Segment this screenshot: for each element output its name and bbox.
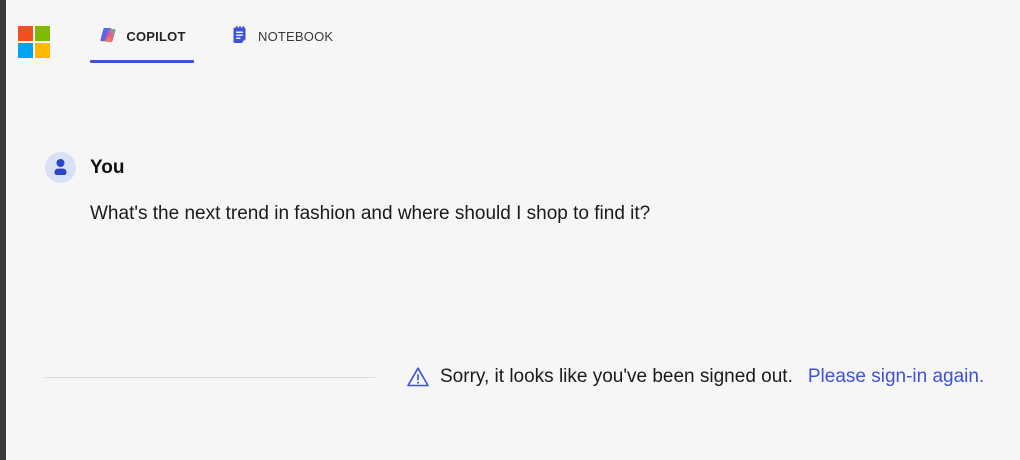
copilot-icon <box>100 28 116 42</box>
signed-out-message: Sorry, it looks like you've been signed … <box>440 366 793 387</box>
signed-out-notice: Sorry, it looks like you've been signed … <box>406 365 984 389</box>
divider <box>45 377 375 378</box>
tab-notebook-label: NOTEBOOK <box>258 29 334 44</box>
user-name: You <box>90 157 125 178</box>
tab-notebook[interactable]: NOTEBOOK <box>230 20 333 63</box>
warning-icon <box>407 367 429 387</box>
user-avatar-icon <box>54 159 67 175</box>
sign-in-link[interactable]: Please sign-in again. <box>808 366 984 388</box>
user-message-text: What's the next trend in fashion and whe… <box>90 203 651 224</box>
window-left-edge <box>0 0 6 460</box>
microsoft-logo-icon <box>18 26 50 58</box>
active-tab-indicator <box>90 60 194 63</box>
notebook-icon <box>233 26 246 43</box>
tab-copilot[interactable]: COPILOT <box>90 20 194 63</box>
top-navigation: COPILOT NOTEBOOK <box>0 0 1020 64</box>
tab-copilot-label: COPILOT <box>126 29 186 44</box>
user-avatar <box>45 152 76 183</box>
